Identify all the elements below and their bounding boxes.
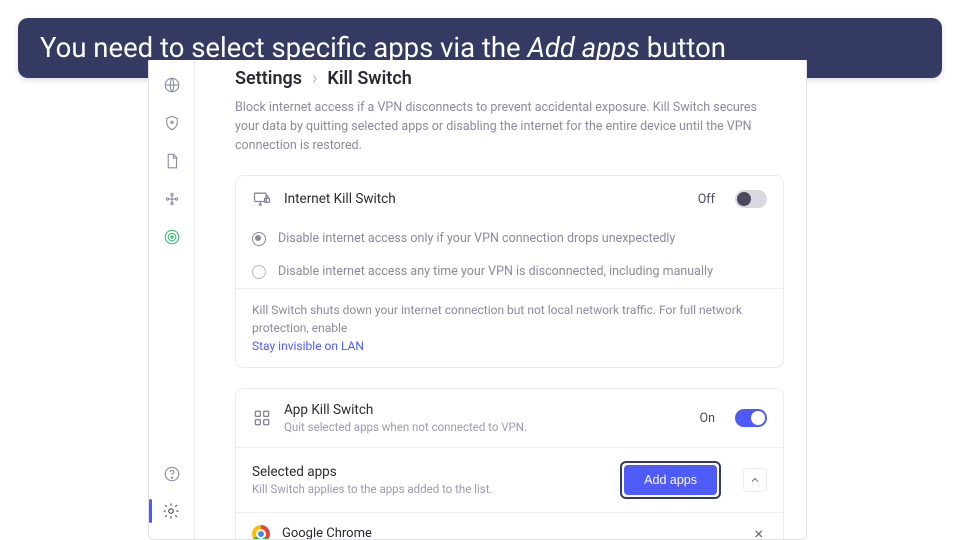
- breadcrumb-current: Kill Switch: [327, 68, 411, 89]
- app-name: Google Chrome: [282, 526, 738, 539]
- breadcrumb: Settings › Kill Switch: [235, 68, 784, 89]
- internet-ks-title: Internet Kill Switch: [284, 191, 686, 207]
- note-text: Kill Switch shuts down your internet con…: [252, 303, 742, 335]
- internet-kill-switch-card: Internet Kill Switch Off Disable interne…: [235, 175, 784, 368]
- app-row-chrome: Google Chrome ×: [236, 512, 783, 539]
- radio-selected-icon: [252, 232, 266, 246]
- app-grid-icon: [252, 408, 272, 428]
- settings-content: Settings › Kill Switch Block internet ac…: [195, 60, 806, 539]
- internet-ks-radio-2[interactable]: Disable internet access any time your VP…: [236, 255, 783, 288]
- radio-unselected-icon: [252, 265, 266, 279]
- breadcrumb-root[interactable]: Settings: [235, 68, 302, 89]
- page-description: Block internet access if a VPN disconnec…: [235, 99, 775, 155]
- remove-app-button[interactable]: ×: [750, 524, 767, 539]
- app-window: Settings › Kill Switch Block internet ac…: [148, 60, 807, 540]
- radio-2-label: Disable internet access any time your VP…: [278, 264, 713, 279]
- sidebar: [149, 60, 195, 539]
- radio-1-label: Disable internet access only if your VPN…: [278, 231, 675, 246]
- help-icon[interactable]: [163, 465, 181, 483]
- stay-invisible-link[interactable]: Stay invisible on LAN: [252, 339, 364, 353]
- selected-apps-sub: Kill Switch applies to the apps added to…: [252, 482, 608, 496]
- globe-icon[interactable]: [163, 76, 181, 94]
- app-ks-title: App Kill Switch: [284, 402, 687, 418]
- collapse-apps-button[interactable]: [743, 468, 767, 492]
- sidebar-active-indicator: [149, 499, 152, 523]
- app-ks-subtitle: Quit selected apps when not connected to…: [284, 420, 687, 434]
- internet-ks-toggle[interactable]: [735, 190, 767, 208]
- monitor-lock-icon: [252, 189, 272, 209]
- add-apps-button[interactable]: Add apps: [624, 465, 717, 495]
- mesh-icon[interactable]: [163, 190, 181, 208]
- gear-icon[interactable]: [162, 502, 180, 520]
- breadcrumb-separator: ›: [312, 68, 317, 89]
- radar-icon[interactable]: [163, 228, 181, 246]
- file-icon[interactable]: [163, 152, 181, 170]
- app-ks-toggle[interactable]: [735, 409, 767, 427]
- chrome-icon: [252, 525, 270, 539]
- selected-apps-title: Selected apps: [252, 464, 608, 480]
- internet-ks-note: Kill Switch shuts down your internet con…: [236, 288, 783, 367]
- app-kill-switch-card: App Kill Switch Quit selected apps when …: [235, 388, 784, 539]
- internet-ks-state: Off: [698, 192, 715, 207]
- add-apps-highlight: Add apps: [620, 461, 721, 499]
- app-ks-state: On: [699, 411, 715, 426]
- shield-icon[interactable]: [163, 114, 181, 132]
- internet-ks-radio-1[interactable]: Disable internet access only if your VPN…: [236, 222, 783, 255]
